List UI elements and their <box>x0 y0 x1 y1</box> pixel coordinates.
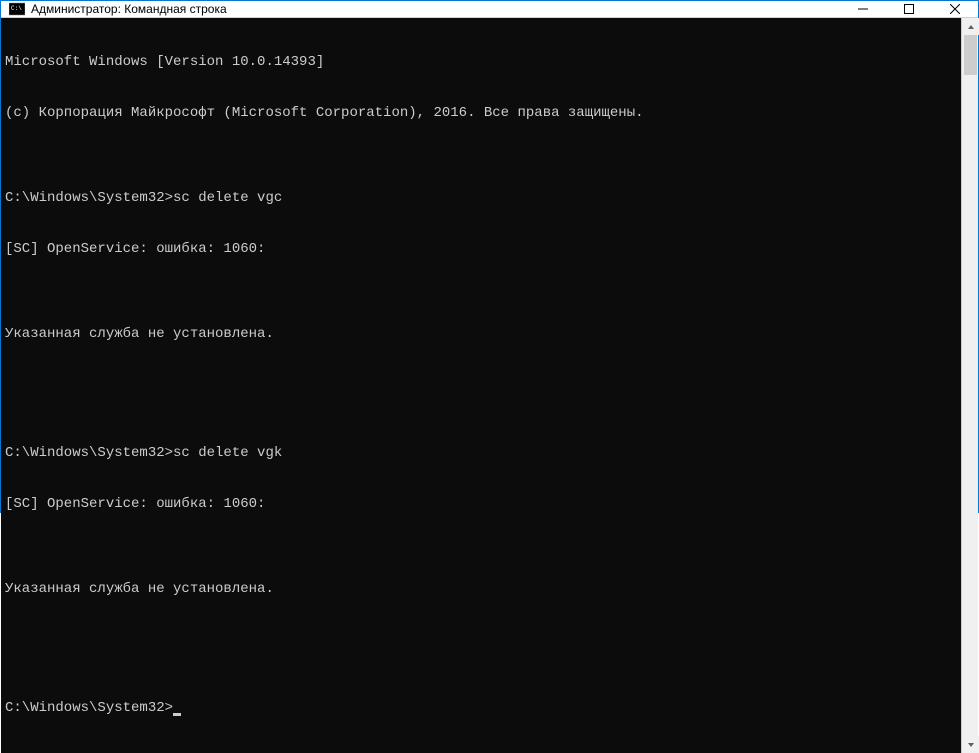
window-title: Администратор: Командная строка <box>31 2 840 16</box>
terminal-prompt-line: C:\Windows\System32> <box>5 700 957 717</box>
terminal-prompt: C:\Windows\System32> <box>5 700 173 716</box>
titlebar[interactable]: C:\ Администратор: Командная строка <box>1 1 978 18</box>
terminal-content[interactable]: Microsoft Windows [Version 10.0.14393] (… <box>1 18 961 753</box>
terminal-area: Microsoft Windows [Version 10.0.14393] (… <box>1 18 978 753</box>
vertical-scrollbar[interactable] <box>961 18 978 753</box>
terminal-line: Microsoft Windows [Version 10.0.14393] <box>5 54 957 71</box>
scrollbar-thumb[interactable] <box>964 35 977 75</box>
svg-text:C:\: C:\ <box>11 5 22 12</box>
terminal-line: Указанная служба не установлена. <box>5 581 957 598</box>
terminal-line: [SC] OpenService: ошибка: 1060: <box>5 496 957 513</box>
terminal-line: C:\Windows\System32>sc delete vgk <box>5 445 957 462</box>
cmd-icon: C:\ <box>9 1 25 17</box>
scrollbar-up-button[interactable] <box>962 18 979 35</box>
close-button[interactable] <box>932 1 978 17</box>
cursor <box>173 713 181 716</box>
terminal-line: [SC] OpenService: ошибка: 1060: <box>5 241 957 258</box>
window-controls <box>840 1 978 17</box>
terminal-line: C:\Windows\System32>sc delete vgc <box>5 190 957 207</box>
terminal-line: Указанная служба не установлена. <box>5 326 957 343</box>
command-prompt-window: C:\ Администратор: Командная строка Micr… <box>0 0 979 513</box>
scrollbar-down-button[interactable] <box>962 736 979 753</box>
maximize-button[interactable] <box>886 1 932 17</box>
minimize-button[interactable] <box>840 1 886 17</box>
terminal-line: (c) Корпорация Майкрософт (Microsoft Cor… <box>5 105 957 122</box>
